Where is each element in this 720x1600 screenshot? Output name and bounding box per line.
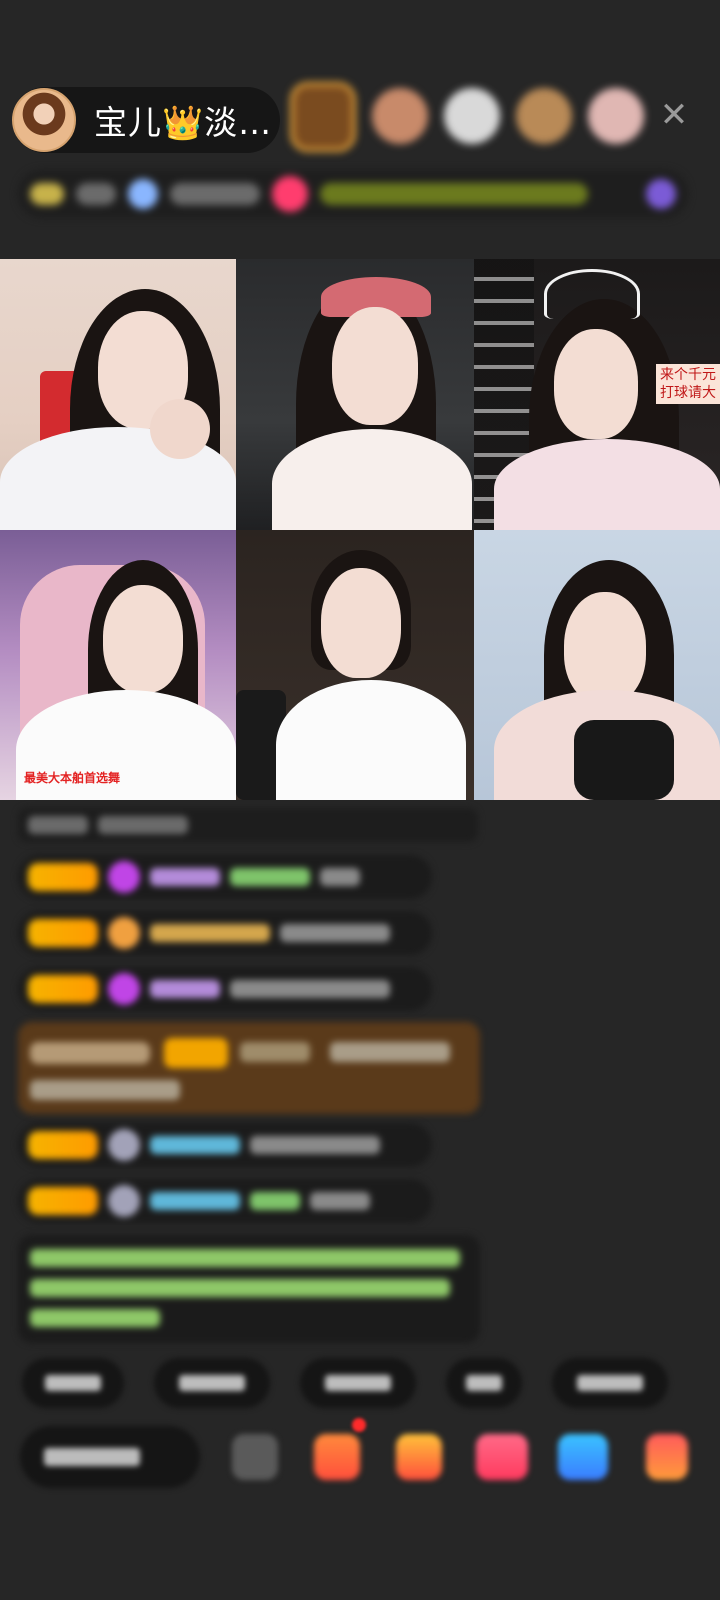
chat-message [18,808,478,842]
video-tile[interactable]: 来个千元 打球请大 [474,259,720,530]
notification-dot [352,1418,366,1432]
host-name: 宝儿👑淡… [94,103,273,142]
viewer-avatars [290,82,644,152]
bunny-ears [544,269,640,319]
video-tile[interactable] [236,530,474,800]
share-icon[interactable] [558,1434,608,1480]
chat-message [18,1179,432,1223]
chat-text [98,816,188,834]
viewer-avatar[interactable] [516,88,572,144]
more-icon[interactable] [646,1434,688,1480]
level-badge [28,975,98,1003]
chat-text [310,1192,370,1210]
level-badge [28,1187,98,1215]
chat-text [320,868,360,886]
chat-text [28,816,88,834]
viewer-avatar[interactable] [372,88,428,144]
quick-reply-chip[interactable] [22,1358,124,1408]
level-badge [28,863,98,891]
chat-text [250,1192,300,1210]
room-tag [76,183,116,205]
host-info-pill[interactable]: 宝儿👑淡… [12,87,280,153]
chat-username [150,1136,240,1154]
level-badge [28,1131,98,1159]
heart-icon [108,917,140,949]
gift-message [18,1022,480,1114]
gift-icon[interactable] [396,1434,442,1480]
room-tag [170,183,260,205]
chat-text [280,924,390,942]
user-icon [108,1185,140,1217]
viewer-avatar[interactable] [290,82,356,152]
hand [150,399,210,459]
quick-reply-chip[interactable] [300,1358,416,1408]
chat-username [150,980,220,998]
emoji-icon[interactable] [232,1434,278,1480]
viewer-avatar[interactable] [444,88,500,144]
level-badge [28,919,98,947]
shoulders [494,439,720,530]
quick-reply-chip[interactable] [154,1358,270,1408]
heart-icon[interactable] [476,1434,528,1480]
room-tag [30,183,64,205]
quick-reply-bar [22,1358,668,1408]
close-icon[interactable]: ✕ [657,98,691,132]
chat-username [150,1192,240,1210]
shoulders [272,429,472,530]
user-icon [108,1129,140,1161]
chat-message [18,967,432,1011]
chat-message [18,911,432,955]
hot-icon [272,176,308,212]
shoulders [276,680,466,800]
stream-caption: 最美大本舶首选舞 [24,771,121,785]
chat-message [18,855,432,899]
chat-text [230,980,390,998]
face [332,307,418,425]
room-tag [320,183,588,205]
face [321,568,401,678]
microphone [574,720,674,800]
host-avatar[interactable] [12,88,76,152]
gift-request-sign: 来个千元 打球请大 [656,364,720,404]
video-tile[interactable] [474,530,720,800]
face [554,329,638,439]
video-tile[interactable] [0,259,236,530]
video-grid: 来个千元 打球请大 最美大本舶首选舞 [0,259,720,800]
video-tile[interactable]: 最美大本舶首选舞 [0,530,236,800]
quick-reply-chip[interactable] [552,1358,668,1408]
chat-text [230,868,310,886]
chat-username [150,924,270,942]
quick-reply-chip[interactable] [446,1358,522,1408]
chat-message [18,1123,432,1167]
diamond-icon [108,861,140,893]
chat-username [150,868,220,886]
system-notice [18,1235,480,1343]
comment-input[interactable] [20,1426,200,1488]
chat-text [250,1136,380,1154]
rank-icon [128,179,158,209]
gift-box-icon[interactable] [314,1434,360,1480]
face [103,585,183,693]
face [564,592,646,704]
purple-icon [646,179,676,209]
diamond-icon [108,973,140,1005]
room-info-strip[interactable] [18,170,688,218]
viewer-avatar[interactable] [588,88,644,144]
video-tile[interactable] [236,259,474,530]
